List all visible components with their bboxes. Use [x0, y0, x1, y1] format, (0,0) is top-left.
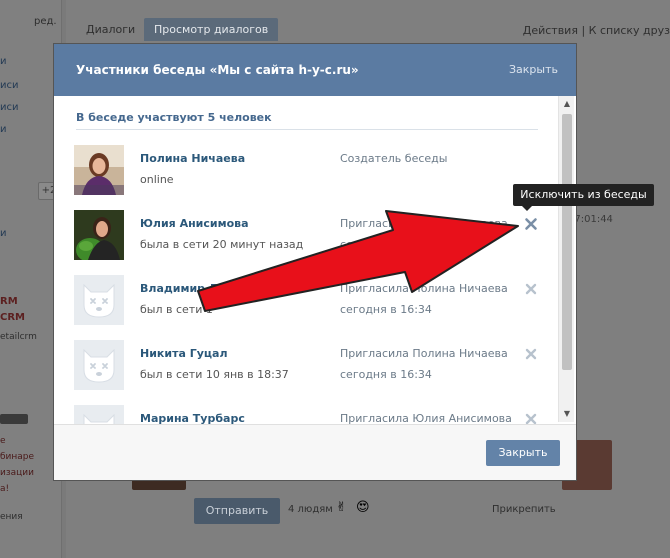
- member-name[interactable]: Полина Ничаева: [140, 152, 245, 165]
- divider: [76, 129, 538, 130]
- ad-image: [0, 414, 28, 424]
- header-close-link[interactable]: Закрыть: [509, 63, 558, 76]
- member-avatar[interactable]: [74, 275, 124, 325]
- modal-footer: Закрыть: [54, 424, 576, 480]
- tab-dialogs[interactable]: Диалоги: [86, 23, 135, 36]
- default-avatar-icon: [74, 275, 124, 325]
- scrollbar-thumb[interactable]: [562, 114, 572, 370]
- scrollbar[interactable]: ▲ ▼: [558, 96, 574, 422]
- footer-fragment: ения: [0, 512, 23, 522]
- member-row: Марина Турбарс Пригласила Юлия Анисимова: [74, 405, 544, 424]
- member-status: был в сети 10 янв в 18:37: [140, 368, 289, 381]
- member-name[interactable]: Никита Гуцал: [140, 347, 228, 360]
- attach-link[interactable]: Прикрепить: [492, 504, 556, 515]
- member-avatar[interactable]: [74, 210, 124, 260]
- remove-member-icon[interactable]: [524, 412, 538, 424]
- member-row: Владимир Денежный был в сети 1 Пригласил…: [74, 275, 544, 327]
- members-modal: Участники беседы «Мы с сайта h-y-c.ru» З…: [54, 44, 576, 480]
- member-role: Пригласила Полина Ничаева: [340, 282, 508, 295]
- member-avatar[interactable]: [74, 405, 124, 424]
- member-row: Никита Гуцал был в сети 10 янв в 18:37 П…: [74, 340, 544, 392]
- remove-member-icon[interactable]: [524, 347, 538, 361]
- left-sidebar: ред. и иси иси и +2 и RM CRM etailcrm е …: [0, 0, 62, 558]
- member-role: Создатель беседы: [340, 152, 448, 165]
- member-joined: сегодня в 16:34: [340, 303, 432, 316]
- sidebar-item[interactable]: иси: [0, 102, 19, 113]
- member-row: Полина Ничаева online Создатель беседы: [74, 145, 544, 197]
- victory-emoji-icon: ✌: [336, 500, 347, 515]
- tab-view-dialogs[interactable]: Просмотр диалогов: [144, 18, 279, 41]
- tooltip-arrow: [522, 206, 532, 211]
- member-role: Пригласила Полина Ничаева: [340, 217, 508, 230]
- member-name[interactable]: Марина Турбарс: [140, 412, 245, 424]
- modal-body: В беседе участвуют 5 человек Полина Нича…: [54, 96, 576, 424]
- members-heading: В беседе участвуют 5 человек: [76, 111, 272, 124]
- member-role: Пригласила Полина Ничаева: [340, 347, 508, 360]
- sidebar-item[interactable]: и: [0, 124, 7, 135]
- edit-link[interactable]: ред.: [34, 16, 57, 27]
- promo-line: изации: [0, 468, 34, 478]
- sidebar-item[interactable]: иси: [0, 80, 19, 91]
- recipients-count: 4 людям: [288, 504, 333, 515]
- member-name[interactable]: Владимир Денежный: [140, 282, 277, 295]
- scroll-down-arrow-icon[interactable]: ▼: [563, 410, 571, 418]
- default-avatar-icon: [74, 340, 124, 390]
- member-status: был в сети 1: [140, 303, 213, 316]
- heart-eyes-emoji-icon: 😍: [356, 500, 370, 515]
- ad-title[interactable]: CRM: [0, 312, 25, 323]
- modal-header: Участники беседы «Мы с сайта h-y-c.ru» З…: [54, 44, 576, 96]
- remove-tooltip: Исключить из беседы: [513, 184, 654, 206]
- member-role: Пригласила Юлия Анисимова: [340, 412, 512, 424]
- sidebar-item[interactable]: и: [0, 56, 7, 67]
- member-joined: сегодня в 16:34: [340, 368, 432, 381]
- promo-line: а!: [0, 484, 10, 494]
- promo-line: е: [0, 436, 6, 446]
- close-button[interactable]: Закрыть: [486, 440, 560, 466]
- modal-title: Участники беседы «Мы с сайта h-y-c.ru»: [76, 63, 359, 77]
- default-avatar-icon: [74, 405, 124, 424]
- member-row: Юлия Анисимова была в сети 20 минут наза…: [74, 210, 544, 262]
- member-avatar[interactable]: [74, 145, 124, 195]
- ad-subtitle: etailcrm: [0, 332, 37, 342]
- remove-member-icon[interactable]: [524, 217, 538, 231]
- actions-links[interactable]: Действия | К списку друз: [523, 24, 670, 37]
- member-status: online: [140, 173, 174, 186]
- member-name[interactable]: Юлия Анисимова: [140, 217, 249, 230]
- sidebar-item[interactable]: и: [0, 228, 7, 239]
- remove-member-icon[interactable]: [524, 282, 538, 296]
- member-joined: сегодня в 1: [340, 238, 408, 251]
- promo-line: бинаре: [0, 452, 35, 462]
- member-status: была в сети 20 минут назад: [140, 238, 304, 251]
- ad-title[interactable]: RM: [0, 296, 18, 307]
- scroll-up-arrow-icon[interactable]: ▲: [563, 100, 571, 108]
- send-button[interactable]: Отправить: [194, 498, 280, 524]
- member-avatar[interactable]: [74, 340, 124, 390]
